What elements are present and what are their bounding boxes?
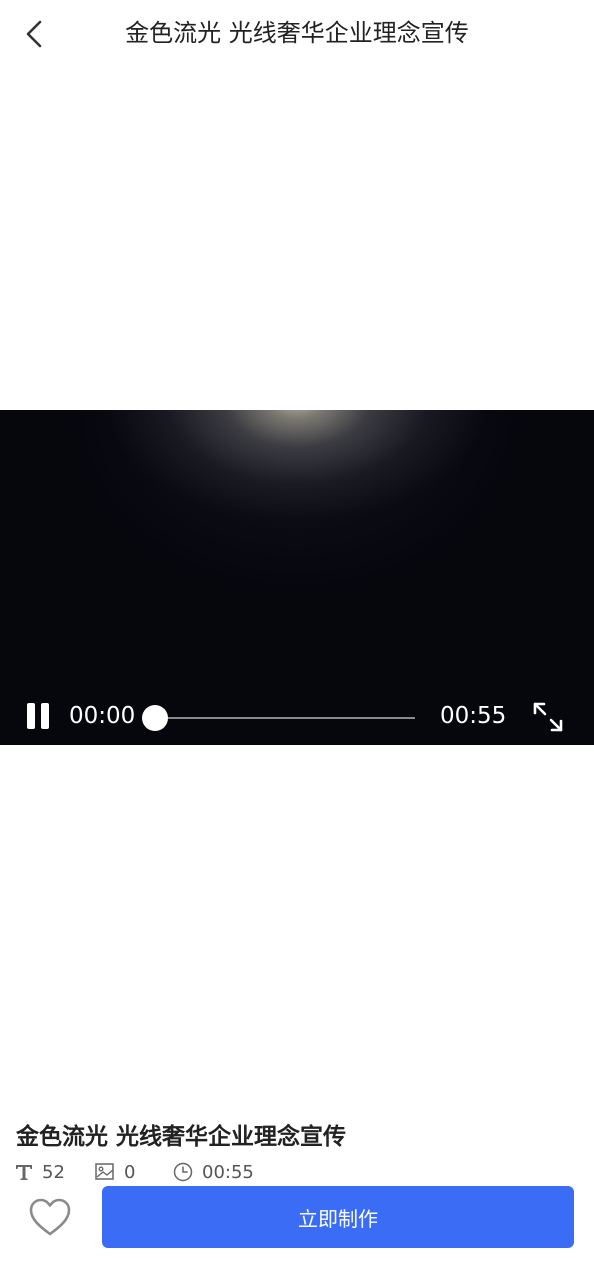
text-count-item: 52	[14, 1158, 65, 1186]
image-count: 0	[124, 1161, 136, 1183]
page-title: 金色流光 光线奢华企业理念宣传	[125, 19, 469, 47]
progress-bar[interactable]	[142, 705, 415, 731]
image-count-item: 0	[94, 1158, 135, 1186]
text-icon	[16, 1165, 32, 1180]
template-meta: 52 0 00:55	[14, 1158, 334, 1186]
make-now-button[interactable]: 立即制作	[102, 1186, 574, 1248]
header-bar: 金色流光 光线奢华企业理念宣传	[0, 0, 594, 68]
fullscreen-icon	[533, 702, 563, 732]
template-detail-page: 金色流光 光线奢华企业理念宣传 00:00 00:55 金色流光 光线奢华企业理…	[0, 0, 594, 1280]
heart-outline-icon	[29, 1198, 71, 1236]
duration: 00:55	[202, 1161, 254, 1183]
clock-icon	[173, 1162, 193, 1182]
like-button[interactable]	[26, 1193, 74, 1241]
chevron-left-icon	[26, 20, 42, 48]
pause-button[interactable]	[22, 696, 54, 736]
image-icon	[95, 1163, 114, 1180]
fullscreen-button[interactable]	[526, 697, 570, 737]
progress-thumb[interactable]	[142, 705, 168, 731]
video-player[interactable]: 00:00 00:55	[0, 410, 594, 745]
template-title: 金色流光 光线奢华企业理念宣传	[16, 1124, 347, 1150]
video-controls: 00:00 00:55	[0, 690, 594, 745]
total-time: 00:55	[440, 703, 507, 729]
back-button[interactable]	[14, 14, 54, 54]
duration-item: 00:55	[172, 1158, 254, 1186]
text-count: 52	[42, 1161, 65, 1183]
current-time: 00:00	[69, 703, 136, 729]
